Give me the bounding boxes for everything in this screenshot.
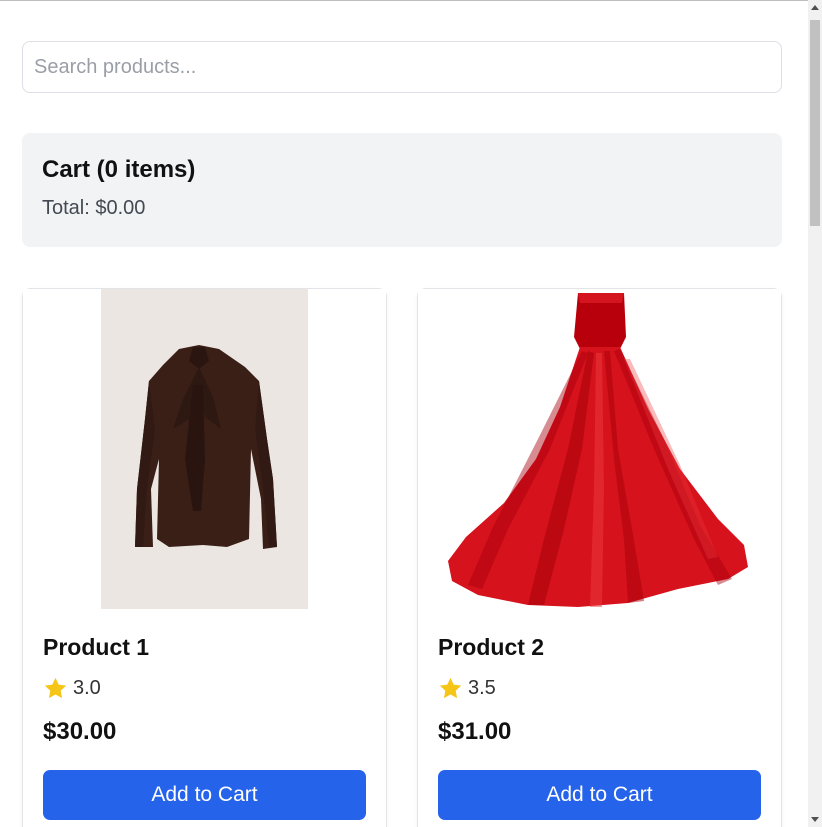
star-icon (44, 677, 67, 699)
scroll-down-arrow-icon[interactable] (811, 817, 819, 822)
cart-title: Cart (0 items) (42, 156, 196, 183)
product-name: Product 1 (43, 634, 150, 660)
product-rating: 3.5 (438, 676, 496, 701)
product-rating: 3.0 (43, 676, 101, 701)
scroll-up-arrow-icon[interactable] (811, 5, 819, 10)
product-card: Product 2 3.5 $31.00 Add to Cart (417, 288, 782, 827)
product-name: Product 2 (438, 634, 545, 660)
product-image (23, 289, 386, 611)
add-to-cart-button[interactable]: Add to Cart (43, 770, 366, 820)
add-to-cart-button[interactable]: Add to Cart (438, 770, 761, 820)
product-price: $31.00 (438, 718, 512, 745)
cart-summary: Cart (0 items) Total: $0.00 (22, 133, 782, 247)
rating-value: 3.0 (73, 677, 101, 699)
product-image (418, 289, 781, 611)
star-icon (439, 677, 462, 699)
rating-value: 3.5 (468, 677, 496, 699)
product-price: $30.00 (43, 718, 117, 745)
search-input[interactable] (22, 41, 782, 93)
scrollbar-thumb[interactable] (810, 20, 820, 226)
shop-page: Cart (0 items) Total: $0.00 Product 1 3.… (0, 1, 808, 827)
cart-total: Total: $0.00 (42, 197, 146, 219)
product-card: Product 1 3.0 $30.00 Add to Cart (22, 288, 387, 827)
vertical-scrollbar[interactable] (808, 0, 822, 827)
